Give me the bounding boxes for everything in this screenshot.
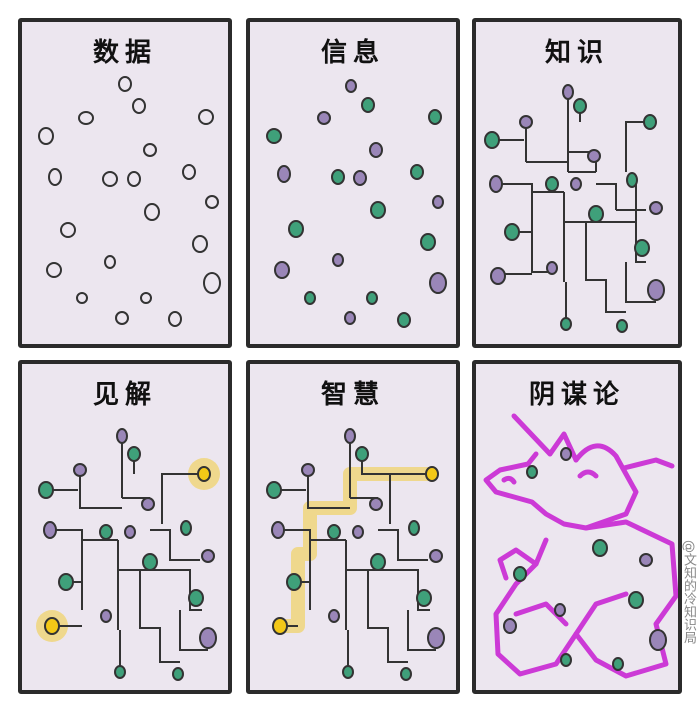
unicorn-drawing — [483, 413, 678, 679]
panel-data: 数据 — [18, 18, 232, 348]
wisdom-network — [266, 428, 445, 681]
panel-insight: 见解 — [18, 360, 232, 694]
panel-information: 信息 — [246, 18, 460, 348]
insight-network — [36, 428, 220, 681]
panel-knowledge: 知识 — [472, 18, 682, 348]
knowledge-network — [484, 84, 665, 333]
panel-wisdom: 智慧 — [246, 360, 460, 694]
panel-conspiracy: 阴谋论 — [472, 360, 682, 694]
data-dots — [38, 76, 221, 327]
information-dots — [266, 79, 447, 328]
watermark: @文知的冷知识局 — [681, 540, 696, 644]
